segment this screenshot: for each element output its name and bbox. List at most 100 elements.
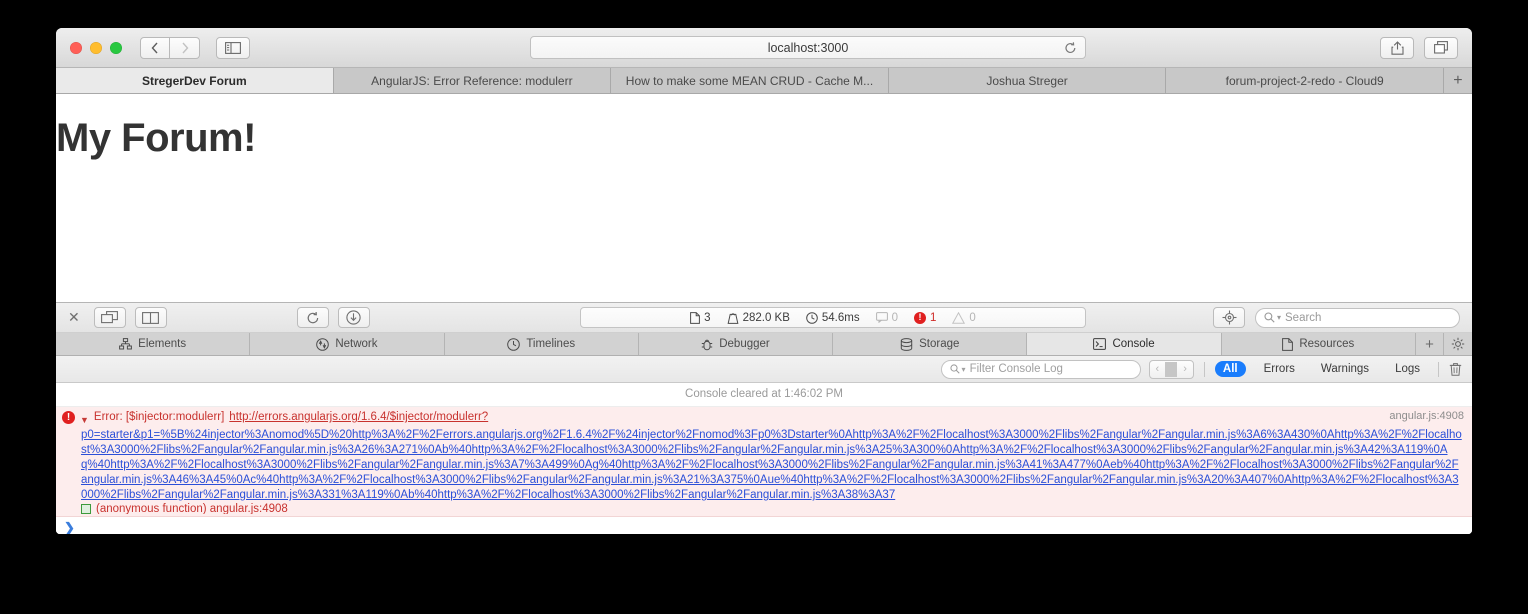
add-tab-button[interactable]: +	[1416, 333, 1444, 355]
status-transfer-size: 282.0 KB	[727, 312, 790, 324]
clear-console-button[interactable]	[1449, 362, 1462, 376]
tab-label: Network	[335, 338, 378, 350]
browser-tab-2[interactable]: How to make some MEAN CRUD - Cache M...	[611, 68, 889, 93]
browser-tab-label: AngularJS: Error Reference: modulerr	[371, 73, 573, 88]
browser-tab-label: StregerDev Forum	[141, 73, 247, 88]
status-warnings-value: 0	[969, 311, 976, 324]
browser-tab-0[interactable]: StregerDev Forum	[56, 68, 334, 93]
tab-console[interactable]: Console	[1027, 333, 1222, 355]
browser-tab-4[interactable]: forum-project-2-redo - Cloud9	[1166, 68, 1444, 93]
tab-timelines[interactable]: Timelines	[445, 333, 639, 355]
console-prompt[interactable]: ❯	[56, 517, 1472, 534]
address-bar-wrapper: localhost:3000	[530, 36, 1086, 59]
split-pane-button[interactable]	[134, 307, 167, 328]
chevron-left-icon	[151, 42, 158, 53]
tab-label: Console	[1112, 338, 1155, 350]
filter-logs-button[interactable]: Logs	[1387, 361, 1428, 377]
inspector-toolbar: ✕ 3 282.0 KB 54.6ms 0 ! 1 0 ▾ Search	[56, 303, 1472, 333]
filter-warnings-button[interactable]: Warnings	[1313, 361, 1377, 377]
status-messages: 0	[875, 311, 899, 324]
browser-tab-1[interactable]: AngularJS: Error Reference: modulerr	[333, 68, 612, 93]
filter-divider-1	[1203, 361, 1205, 377]
console-filter-dropdown-icon[interactable]: ▾	[962, 365, 966, 374]
error-badge-icon: !	[914, 311, 927, 324]
window-controls	[70, 41, 122, 54]
page-content: My Forum!	[56, 94, 1472, 302]
tab-network[interactable]: Network	[250, 333, 445, 355]
forward-button[interactable]	[170, 36, 200, 59]
inspector-search-placeholder: Search	[1285, 311, 1322, 324]
debugger-bug-icon	[702, 339, 713, 350]
reload-icon	[1065, 41, 1076, 53]
storage-icon	[900, 337, 913, 351]
tab-label: Debugger	[719, 338, 770, 350]
reload-page-icon	[307, 311, 318, 323]
trash-icon	[1449, 363, 1462, 376]
node-inspect-icon	[1222, 310, 1236, 325]
message-bubble-icon	[875, 312, 888, 323]
console-filter-input[interactable]: ▾ Filter Console Log	[940, 359, 1141, 379]
zoom-window-button[interactable]	[110, 41, 122, 54]
filter-all-button[interactable]: All	[1214, 361, 1246, 377]
tab-storage[interactable]: Storage	[833, 333, 1028, 355]
console-search-nav: ‹ ›	[1148, 359, 1194, 379]
dock-window-icon	[101, 311, 119, 324]
browser-tab-strip: StregerDev Forum AngularJS: Error Refere…	[56, 68, 1472, 94]
gear-icon	[1451, 337, 1465, 351]
console-error-entry[interactable]: angular.js:4908 ! ▼ Error: [$injector:mo…	[56, 407, 1472, 517]
console-error-stack-line[interactable]: (anonymous function) angular.js:4908	[62, 503, 1466, 514]
tab-debugger[interactable]: Debugger	[639, 333, 834, 355]
download-button[interactable]	[337, 307, 370, 328]
console-entry-source[interactable]: angular.js:4908	[1389, 410, 1464, 422]
document-icon	[690, 311, 701, 324]
inspector-search-dropdown-icon[interactable]: ▾	[1277, 313, 1281, 322]
reload-page-button[interactable]	[296, 307, 329, 328]
browser-tab-label: Joshua Streger	[986, 73, 1068, 88]
console-error-header: ! ▼ Error: [$injector:modulerr] http://e…	[62, 410, 1466, 428]
search-icon	[949, 364, 960, 374]
reload-button[interactable]	[1064, 41, 1077, 54]
console-error-link[interactable]: http://errors.angularjs.org/1.6.4/$injec…	[229, 410, 488, 425]
inspector-settings-button[interactable]	[1444, 333, 1472, 355]
chevron-right-icon	[181, 42, 188, 53]
nav-divider	[1165, 361, 1178, 377]
filter-errors-button[interactable]: Errors	[1256, 361, 1303, 377]
close-window-button[interactable]	[70, 41, 82, 54]
disclosure-triangle-icon[interactable]: ▼	[80, 413, 89, 428]
resources-icon	[1282, 337, 1294, 351]
status-warnings[interactable]: 0	[952, 311, 976, 324]
address-bar[interactable]: localhost:3000	[530, 36, 1086, 59]
browser-titlebar: localhost:3000	[56, 28, 1472, 68]
console-filter-placeholder: Filter Console Log	[969, 363, 1063, 375]
console-error-url-body[interactable]: p0=starter&p1=%5B%24injector%3Anomod%5D%…	[62, 428, 1466, 503]
status-errors-value: 1	[930, 311, 937, 324]
status-errors[interactable]: ! 1	[914, 311, 937, 324]
tab-label: Storage	[919, 338, 960, 350]
network-icon	[316, 337, 330, 351]
console-filter-bar: ▾ Filter Console Log ‹ › All Errors Warn…	[56, 356, 1472, 383]
share-button[interactable]	[1380, 36, 1414, 59]
share-icon	[1390, 40, 1404, 55]
console-search-next-button[interactable]: ›	[1177, 363, 1193, 375]
console-icon	[1093, 338, 1107, 350]
inspect-node-button[interactable]	[1213, 307, 1245, 328]
browser-tab-label: forum-project-2-redo - Cloud9	[1225, 73, 1384, 88]
minimize-window-button[interactable]	[90, 41, 102, 54]
show-all-tabs-button[interactable]	[1424, 36, 1458, 59]
inspector-toolbar-right: ▾ Search	[1213, 307, 1460, 328]
back-button[interactable]	[140, 36, 170, 59]
tab-resources[interactable]: Resources	[1222, 333, 1416, 355]
tab-elements[interactable]: Elements	[56, 333, 251, 355]
browser-tab-3[interactable]: Joshua Streger	[888, 68, 1167, 93]
status-messages-value: 0	[891, 311, 899, 324]
stack-line-text: (anonymous function) angular.js:4908	[96, 503, 288, 514]
new-tab-button[interactable]: +	[1443, 68, 1472, 93]
console-log-area[interactable]: Console cleared at 1:46:02 PM angular.js…	[56, 383, 1472, 534]
clock-icon	[806, 311, 818, 324]
show-sidebar-button[interactable]	[216, 36, 250, 59]
dock-window-button[interactable]	[93, 307, 126, 328]
console-search-prev-button[interactable]: ‹	[1150, 363, 1166, 375]
inspector-search-input[interactable]: ▾ Search	[1255, 307, 1460, 328]
close-inspector-button[interactable]: ✕	[68, 309, 80, 326]
sidebar-icon	[225, 41, 241, 54]
